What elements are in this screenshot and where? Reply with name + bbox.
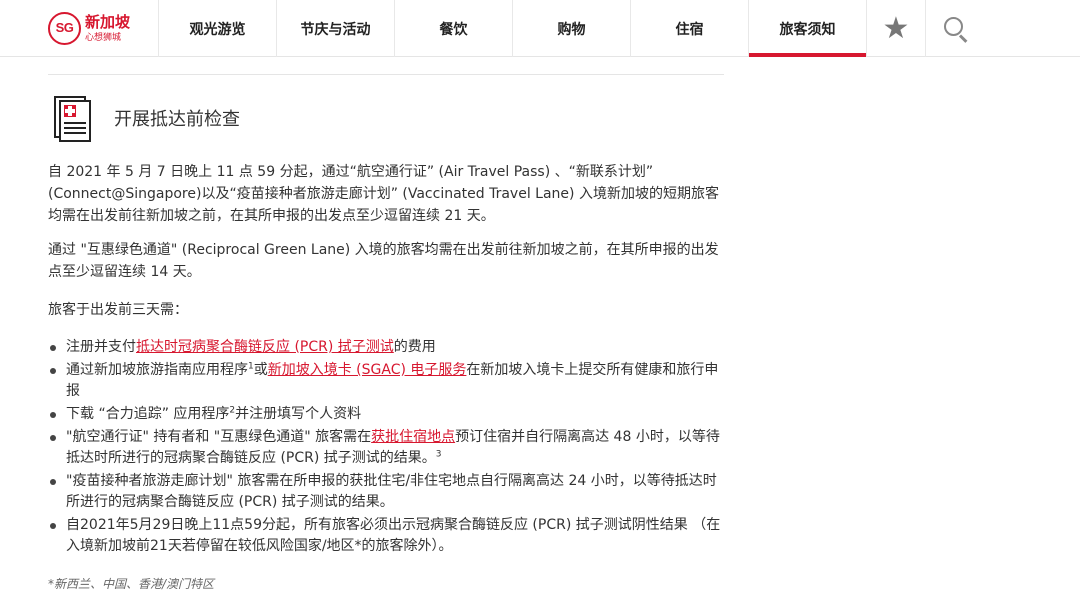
section-heading: 开展抵达前检查 bbox=[48, 75, 724, 155]
approved-accommodation-link[interactable]: 获批住宿地点 bbox=[371, 429, 455, 445]
nav-item-accommodation[interactable]: 住宿 bbox=[630, 0, 748, 57]
pcr-test-link[interactable]: 抵达时冠病聚合酶链反应 (PCR) 拭子测试 bbox=[136, 339, 394, 355]
list-item: 通过新加坡旅游指南应用程序1或新加坡入境卡 (SGAC) 电子服务在新加坡入境卡… bbox=[48, 360, 724, 402]
page-title: 开展抵达前检查 bbox=[114, 109, 240, 130]
list-item: 下载 “合力追踪” 应用程序2并注册填写个人资料 bbox=[48, 404, 724, 425]
list-item: 注册并支付抵达时冠病聚合酶链反应 (PCR) 拭子测试的费用 bbox=[48, 337, 724, 358]
logo-tagline: 心想狮城 bbox=[85, 33, 122, 43]
sg-logo-mark: SG bbox=[48, 12, 81, 45]
nav-item-shopping[interactable]: 购物 bbox=[512, 0, 630, 57]
nav-item-dining[interactable]: 餐饮 bbox=[394, 0, 512, 57]
search-icon bbox=[943, 16, 969, 43]
footnote: *新西兰、中国、香港/澳门特区 bbox=[48, 577, 215, 591]
nav-item-sightseeing[interactable]: 观光游览 bbox=[158, 0, 276, 57]
list-item: "疫苗接种者旅游走廊计划" 旅客需在所申报的获批住宅/非住宅地点自行隔离高达 2… bbox=[48, 471, 724, 513]
list-item: 自2021年5月29日晚上11点59分起，所有旅客必须出示冠病聚合酶链反应 (P… bbox=[48, 515, 724, 557]
star-icon: ★ bbox=[882, 10, 910, 46]
favorites-button[interactable]: ★ bbox=[866, 0, 925, 57]
medical-document-icon bbox=[54, 96, 91, 142]
sgac-eservice-link[interactable]: 新加坡入境卡 (SGAC) 电子服务 bbox=[268, 362, 467, 378]
nav-item-festivals-events[interactable]: 节庆与活动 bbox=[276, 0, 394, 57]
paragraph-three-days-before: 旅客于出发前三天需： bbox=[48, 302, 188, 318]
list-item: "航空通行证" 持有者和 "互惠绿色通道" 旅客需在获批住宿地点预订住宿并自行隔… bbox=[48, 427, 724, 469]
paragraph-stay-21-days: 自 2021 年 5 月 7 日晚上 11 点 59 分起，通过“航空通行证” … bbox=[48, 164, 719, 224]
main-content: 开展抵达前检查 自 2021 年 5 月 7 日晚上 11 点 59 分起，通过… bbox=[48, 74, 724, 591]
requirements-list: 注册并支付抵达时冠病聚合酶链反应 (PCR) 拭子测试的费用 通过新加坡旅游指南… bbox=[48, 337, 724, 559]
paragraph-stay-14-days: 通过 "互惠绿色通道" (Reciprocal Green Lane) 入境的旅… bbox=[48, 242, 719, 280]
search-button[interactable] bbox=[925, 0, 985, 57]
nav-menu: 观光游览 节庆与活动 餐饮 购物 住宿 旅客须知 ★ bbox=[158, 0, 985, 57]
logo-name: 新加坡 bbox=[85, 13, 131, 31]
top-navigation: SG 新加坡 心想狮城 观光游览 节庆与活动 餐饮 购物 住宿 旅客须知 ★ bbox=[0, 0, 1080, 57]
nav-item-travel-info[interactable]: 旅客须知 bbox=[748, 0, 866, 57]
site-logo[interactable]: SG 新加坡 心想狮城 bbox=[48, 12, 148, 46]
